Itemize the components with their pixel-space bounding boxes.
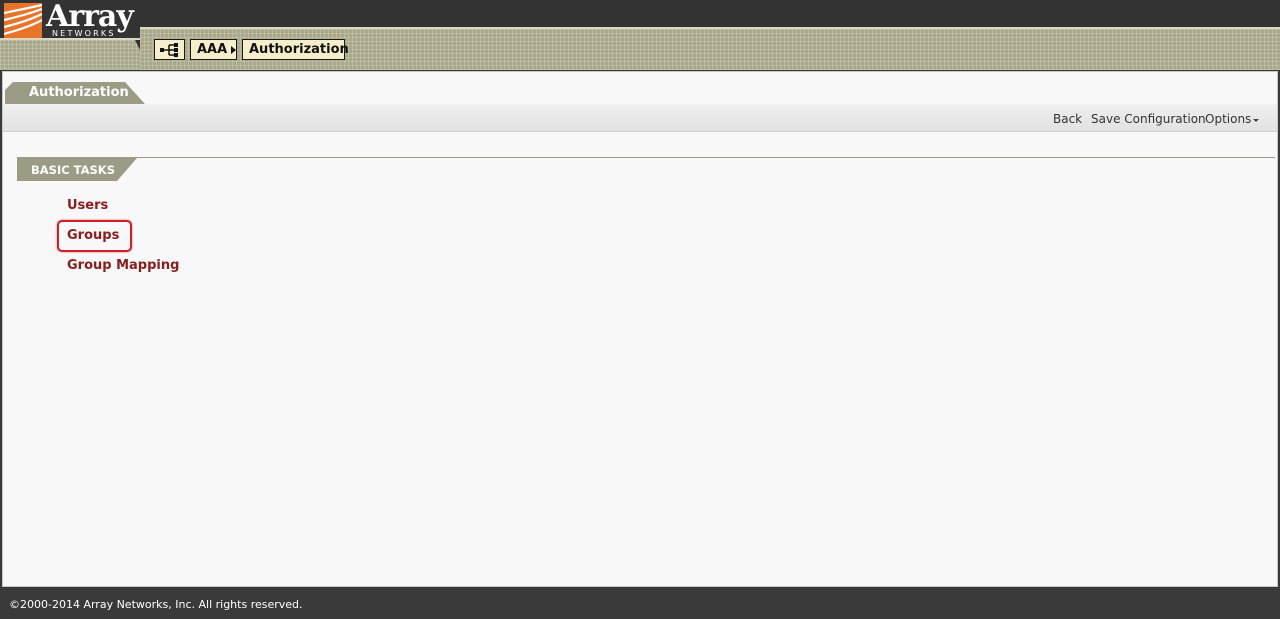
section-divider xyxy=(17,157,1275,158)
breadcrumb-home[interactable] xyxy=(154,39,185,60)
page-title: Authorization xyxy=(29,85,129,100)
back-button[interactable]: Back xyxy=(1053,112,1082,126)
copyright-text: ©2000-2014 Array Networks, Inc. All righ… xyxy=(9,598,303,611)
logo-subtitle: NETWORKS xyxy=(52,29,116,38)
hierarchy-icon xyxy=(159,42,178,57)
section-title: BASIC TASKS xyxy=(31,163,115,177)
save-configuration-button[interactable]: Save Configuration xyxy=(1091,112,1206,126)
task-link-users[interactable]: Users xyxy=(67,198,108,213)
footer: ©2000-2014 Array Networks, Inc. All righ… xyxy=(0,589,1280,619)
task-link-group-mapping[interactable]: Group Mapping xyxy=(67,258,179,273)
breadcrumb-aaa-label: AAA xyxy=(197,42,228,57)
task-link-groups[interactable]: Groups xyxy=(67,228,119,243)
logo-mark-icon xyxy=(4,3,42,38)
app-header: Array NETWORKS AAA Authorization xyxy=(0,0,1280,70)
options-menu[interactable]: Options xyxy=(1205,112,1251,126)
chevron-down-icon[interactable] xyxy=(1253,119,1259,122)
arrow-right-icon xyxy=(231,45,237,54)
breadcrumb-authorization[interactable]: Authorization xyxy=(242,39,349,60)
array-networks-logo: Array NETWORKS xyxy=(4,0,139,39)
toolbar: Back Save Configuration Options xyxy=(3,104,1277,132)
breadcrumb-authorization-label: Authorization xyxy=(249,42,349,57)
breadcrumb-aaa[interactable]: AAA xyxy=(190,39,237,60)
header-band-left xyxy=(0,40,150,70)
main-panel: Authorization Back Save Configuration Op… xyxy=(2,71,1278,587)
